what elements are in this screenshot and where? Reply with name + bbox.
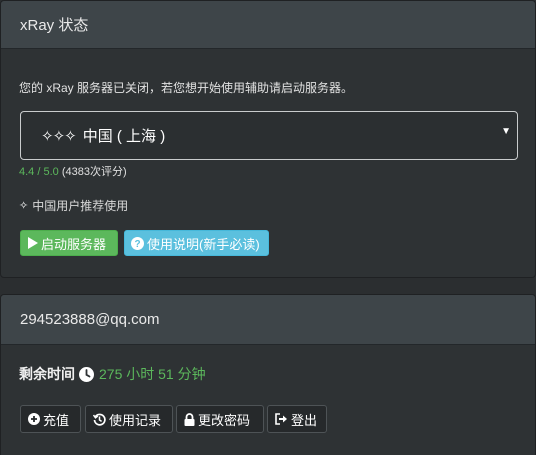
- usage-history-label: 使用记录: [109, 412, 162, 428]
- svg-text:?: ?: [134, 239, 140, 250]
- start-server-button[interactable]: 启动服务器: [20, 230, 118, 256]
- account-email: 294523888@qq.com: [20, 311, 160, 328]
- status-panel-heading: xRay 状态: [1, 1, 535, 49]
- rating-count: (4383次评分): [61, 166, 127, 178]
- help-guide-button[interactable]: ? 使用说明(新手必读): [124, 230, 269, 256]
- history-icon: [93, 413, 106, 426]
- status-panel-title: xRay 状态: [20, 17, 89, 34]
- server-rating: 4.4 / 5.0 (4383次评分): [19, 163, 127, 179]
- change-password-button[interactable]: 更改密码: [176, 405, 264, 433]
- remaining-time-value: 275 小时 51 分钟: [99, 366, 206, 382]
- usage-history-button[interactable]: 使用记录: [85, 405, 173, 433]
- server-select[interactable]: ✧✧✧ 中国 ( 上海 ) ▼: [20, 111, 518, 160]
- play-icon: [27, 237, 38, 249]
- remaining-time-label: 剩余时间: [19, 366, 75, 382]
- help-guide-label: 使用说明(新手必读): [147, 236, 260, 252]
- status-description: 您的 xRay 服务器已关闭，若您想开始使用辅助请启动服务器。: [19, 81, 354, 95]
- start-server-label: 启动服务器: [41, 236, 107, 252]
- recommend-text: 中国用户推荐使用: [32, 199, 129, 213]
- recharge-button[interactable]: 充值: [20, 405, 81, 433]
- logout-label: 登出: [291, 412, 318, 428]
- account-panel-heading: 294523888@qq.com: [1, 295, 535, 345]
- recharge-label: 充值: [43, 412, 70, 428]
- question-circle-icon: ?: [131, 236, 144, 250]
- caret-down-icon: ▼: [501, 126, 511, 137]
- logout-icon: [275, 413, 288, 425]
- recommend-note: ✧ 中国用户推荐使用: [19, 197, 128, 214]
- sparkles-icon: ✧✧✧: [41, 127, 77, 145]
- clock-icon: [79, 366, 94, 382]
- sparkle-icon: ✧: [19, 200, 29, 212]
- remaining-time: 剩余时间 275 小时 51 分钟: [19, 364, 206, 384]
- change-password-label: 更改密码: [198, 412, 251, 428]
- lock-icon: [184, 412, 195, 426]
- plus-circle-icon: [28, 413, 40, 425]
- logout-button[interactable]: 登出: [267, 405, 327, 433]
- selected-server: 中国 ( 上海 ): [82, 128, 166, 145]
- rating-score: 4.4 / 5.0: [19, 166, 59, 178]
